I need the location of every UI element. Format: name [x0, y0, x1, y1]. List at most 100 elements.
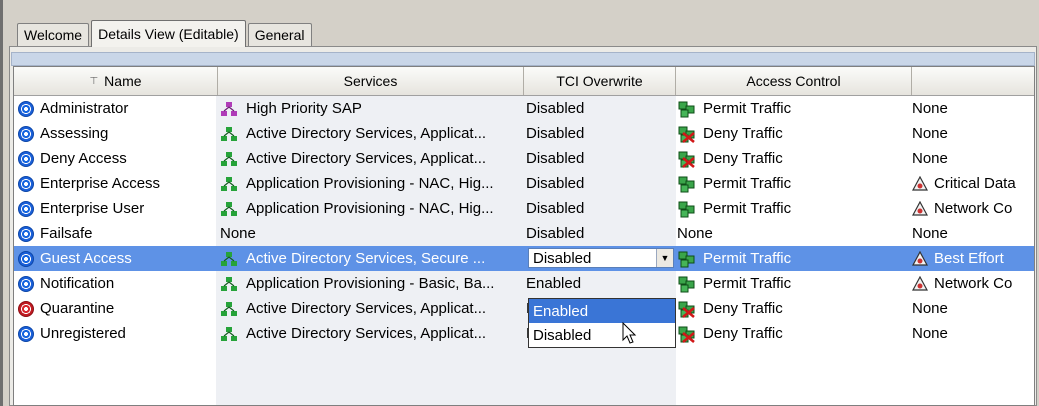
cell-access-control[interactable]: Permit Traffic	[677, 196, 913, 221]
cell-class-of-service[interactable]: None	[912, 321, 1034, 346]
column-header-name[interactable]: ⊤ Name	[14, 67, 218, 95]
cell-access-control[interactable]: Deny Traffic	[677, 321, 913, 346]
cell-name[interactable]: Enterprise Access	[18, 171, 216, 196]
column-header-access-label: Access Control	[746, 73, 841, 89]
cell-name[interactable]: Failsafe	[18, 221, 216, 246]
table-row[interactable]: Notification Application Provisioning - B…	[14, 271, 1034, 296]
cell-services[interactable]: Active Directory Services, Applicat...	[220, 321, 528, 346]
class-of-service-icon	[912, 200, 928, 216]
cell-class-of-service[interactable]: None	[912, 146, 1034, 171]
services-text: Active Directory Services, Applicat...	[246, 325, 487, 342]
deny-icon	[678, 126, 695, 143]
tab-bar: Welcome Details View (Editable) General	[17, 18, 314, 47]
table-row[interactable]: Unregistered Active Directory Services, A…	[14, 321, 1034, 346]
cell-class-of-service[interactable]: Network Co	[912, 196, 1034, 221]
tab-details-view[interactable]: Details View (Editable)	[91, 20, 246, 47]
cell-access-control[interactable]: Deny Traffic	[677, 296, 913, 321]
cell-name[interactable]: Guest Access	[18, 246, 216, 271]
cell-services[interactable]: Active Directory Services, Applicat...	[220, 296, 528, 321]
cell-tci[interactable]: Disabled	[526, 171, 676, 196]
cell-access-control[interactable]: Permit Traffic	[677, 96, 913, 121]
table-row[interactable]: Quarantine Active Directory Services, App…	[14, 296, 1034, 321]
table-row[interactable]: Assessing Active Directory Services, Appl…	[14, 121, 1034, 146]
table-row[interactable]: Enterprise User Application Provisioning …	[14, 196, 1034, 221]
services-text: Active Directory Services, Applicat...	[246, 150, 487, 167]
cell-access-control[interactable]: None	[677, 221, 913, 246]
cell-class-of-service[interactable]: Best Effort	[912, 246, 1034, 271]
cell-tci[interactable]: Disabled	[526, 96, 676, 121]
tci-dropdown-list[interactable]: Enabled Disabled	[528, 298, 676, 348]
service-group-icon	[221, 201, 237, 216]
cell-services[interactable]: Application Provisioning - NAC, Hig...	[220, 196, 528, 221]
services-text: Application Provisioning - Basic, Ba...	[246, 275, 495, 292]
role-name: Enterprise User	[40, 200, 145, 217]
chevron-down-icon[interactable]: ▼	[656, 249, 673, 267]
cell-tci[interactable]: Disabled	[526, 196, 676, 221]
column-header-services-label: Services	[343, 73, 398, 89]
cell-class-of-service[interactable]: None	[912, 296, 1034, 321]
cell-name[interactable]: Deny Access	[18, 146, 216, 171]
cell-access-control[interactable]: Deny Traffic	[677, 121, 913, 146]
policy-role-icon	[18, 275, 34, 292]
cell-services[interactable]: Active Directory Services, Secure ...	[220, 246, 528, 271]
table-row[interactable]: Administrator High Priority SAP Disabled Pe…	[14, 96, 1034, 121]
cell-services[interactable]: High Priority SAP	[220, 96, 528, 121]
cell-tci[interactable]: Disabled	[526, 121, 676, 146]
policy-role-icon	[18, 150, 34, 167]
tci-text: Disabled	[526, 225, 585, 242]
cell-services[interactable]: Active Directory Services, Applicat...	[220, 146, 528, 171]
cell-name[interactable]: Administrator	[18, 96, 216, 121]
role-name: Enterprise Access	[40, 175, 161, 192]
tci-overwrite-combobox[interactable]: Disabled ▼	[528, 248, 674, 268]
permit-icon	[678, 276, 695, 292]
cell-class-of-service[interactable]: None	[912, 121, 1034, 146]
cell-access-control[interactable]: Permit Traffic	[677, 271, 913, 296]
class-of-service-text: None	[912, 225, 948, 242]
cell-name[interactable]: Assessing	[18, 121, 216, 146]
cell-name[interactable]: Enterprise User	[18, 196, 216, 221]
policy-role-icon	[18, 325, 34, 342]
cell-services[interactable]: None	[220, 221, 528, 246]
cell-class-of-service[interactable]: None	[912, 221, 1034, 246]
tab-welcome[interactable]: Welcome	[17, 23, 90, 46]
cell-class-of-service[interactable]: Network Co	[912, 271, 1034, 296]
services-text: Application Provisioning - NAC, Hig...	[246, 175, 494, 192]
services-text: High Priority SAP	[246, 100, 362, 117]
cell-class-of-service[interactable]: Critical Data	[912, 171, 1034, 196]
cell-services[interactable]: Active Directory Services, Applicat...	[220, 121, 528, 146]
cell-tci[interactable]: Disabled	[526, 221, 676, 246]
cell-class-of-service[interactable]: None	[912, 96, 1034, 121]
tci-text: Disabled	[526, 125, 585, 142]
tab-general[interactable]: General	[247, 23, 312, 46]
cell-access-control[interactable]: Deny Traffic	[677, 146, 913, 171]
column-header-access[interactable]: Access Control	[676, 67, 912, 95]
cell-name[interactable]: Quarantine	[18, 296, 216, 321]
column-header-tci[interactable]: TCI Overwrite	[524, 67, 676, 95]
cell-access-control[interactable]: Permit Traffic	[677, 171, 913, 196]
table-row[interactable]: Deny Access Active Directory Services, Ap…	[14, 146, 1034, 171]
dropdown-option-enabled[interactable]: Enabled	[529, 299, 675, 323]
column-header-services[interactable]: Services	[218, 67, 524, 95]
policy-role-icon	[18, 225, 34, 242]
table-row[interactable]: Failsafe None Disabled None None	[14, 221, 1034, 246]
access-text: Permit Traffic	[703, 175, 792, 192]
access-text: Permit Traffic	[703, 250, 792, 267]
role-name: Assessing	[40, 125, 109, 142]
policy-table[interactable]: ⊤ Name Services TCI Overwrite Access Con…	[13, 66, 1035, 406]
sort-filter-icon: ⊤	[89, 75, 99, 87]
cell-access-control[interactable]: Permit Traffic	[677, 246, 913, 271]
cell-tci[interactable]: Enabled	[526, 271, 676, 296]
access-text: Deny Traffic	[703, 150, 783, 167]
service-group-icon	[221, 251, 237, 266]
policy-role-icon	[18, 200, 34, 217]
cell-name[interactable]: Notification	[18, 271, 216, 296]
cell-tci[interactable]: Disabled	[526, 146, 676, 171]
column-header-cos[interactable]	[912, 67, 1034, 95]
cell-services[interactable]: Application Provisioning - Basic, Ba...	[220, 271, 528, 296]
access-text: Permit Traffic	[703, 275, 792, 292]
cell-name[interactable]: Unregistered	[18, 321, 216, 346]
table-row[interactable]: Enterprise Access Application Provisionin…	[14, 171, 1034, 196]
table-row[interactable]: Guest Access Active Directory Services, S…	[14, 246, 1034, 271]
cell-services[interactable]: Application Provisioning - NAC, Hig...	[220, 171, 528, 196]
dropdown-option-disabled[interactable]: Disabled	[529, 323, 675, 347]
